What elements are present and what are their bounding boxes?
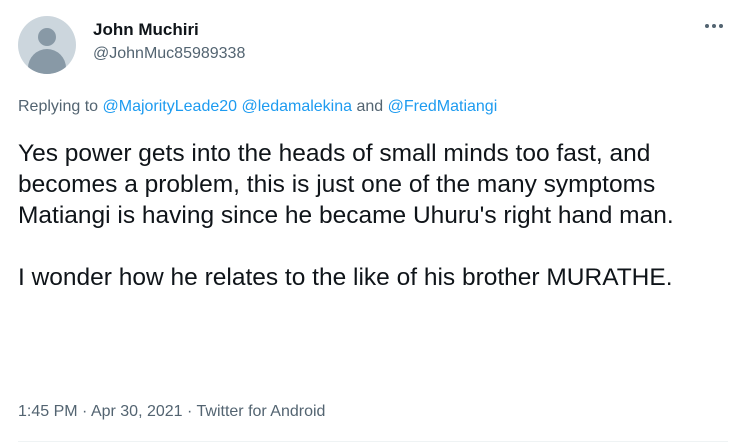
tweet-metadata: 1:45 PM · Apr 30, 2021 · Twitter for And… xyxy=(18,403,325,421)
avatar-head-shape xyxy=(38,28,56,46)
replying-to-prefix: Replying to xyxy=(18,98,103,115)
author-handle[interactable]: @JohnMuc85989338 xyxy=(93,45,245,63)
mention-ledamalekina[interactable]: @ledamalekina xyxy=(242,98,353,115)
more-dot xyxy=(719,24,723,28)
mention-fred-matiangi[interactable]: @FredMatiangi xyxy=(388,98,498,115)
default-avatar-icon[interactable] xyxy=(18,16,76,74)
tweet-paragraph: I wonder how he relates to the like of h… xyxy=(18,264,673,291)
mention-majority-leader[interactable]: @MajorityLeade20 xyxy=(103,98,238,115)
tweet-paragraph: Yes power gets into the heads of small m… xyxy=(18,140,674,229)
more-options-icon[interactable] xyxy=(700,14,728,38)
tweet-card: John Muchiri @JohnMuc85989338 Replying t… xyxy=(0,0,745,447)
tweet-time[interactable]: 1:45 PM xyxy=(18,403,78,420)
author-name[interactable]: John Muchiri xyxy=(93,20,199,40)
more-dot xyxy=(712,24,716,28)
replying-conjunction: and xyxy=(352,98,388,115)
tweet-text: Yes power gets into the heads of small m… xyxy=(18,138,728,293)
tweet-date[interactable]: Apr 30, 2021 xyxy=(91,403,183,420)
more-dot xyxy=(705,24,709,28)
meta-separator: · xyxy=(182,403,197,420)
divider xyxy=(18,441,728,442)
tweet-source[interactable]: Twitter for Android xyxy=(197,403,326,420)
meta-separator: · xyxy=(77,403,91,420)
replying-to-line: Replying to @MajorityLeade20 @ledamaleki… xyxy=(18,98,497,116)
avatar-shoulders-shape xyxy=(28,49,66,74)
